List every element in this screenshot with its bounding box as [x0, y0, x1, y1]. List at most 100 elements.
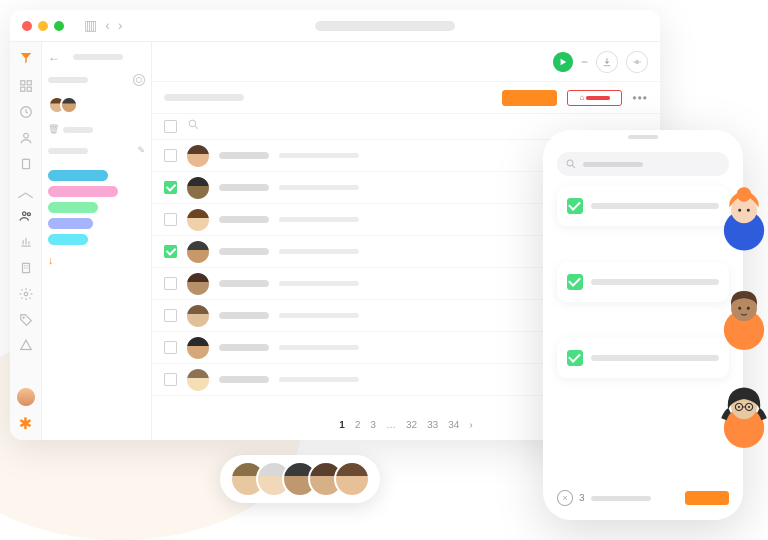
back-button[interactable]: ← [48, 50, 60, 64]
chevron-up-icon[interactable]: ︿ [18, 182, 34, 198]
reports-icon[interactable] [18, 234, 34, 250]
dashboard-icon[interactable] [18, 78, 34, 94]
phone-footer: × 3 [557, 490, 729, 506]
nav-prev-button[interactable]: ‹ [105, 17, 110, 34]
row-name [219, 312, 269, 319]
card-text [591, 203, 719, 209]
traffic-lights [22, 21, 64, 31]
cartoon-avatar-1 [708, 180, 768, 252]
row-checkbox[interactable] [164, 373, 177, 386]
row-checkbox[interactable] [164, 149, 177, 162]
side-panel: ← 🗑 ✎ [42, 42, 152, 440]
avatar [187, 209, 209, 231]
search-icon[interactable] [187, 118, 200, 136]
page-ellipsis: … [386, 420, 396, 431]
secondary-action-button[interactable]: ⌂ [567, 90, 622, 106]
settings-icon[interactable] [18, 286, 34, 302]
more-button[interactable]: ••• [632, 91, 648, 105]
page-next-button[interactable]: › [469, 420, 472, 431]
building-icon[interactable] [18, 260, 34, 276]
cartoon-avatar-3 [708, 376, 768, 448]
address-bar[interactable] [315, 21, 455, 31]
page-link[interactable]: 1 [339, 420, 345, 431]
row-checkbox[interactable] [164, 213, 177, 226]
row-checkbox[interactable] [164, 341, 177, 354]
row-name [219, 280, 269, 287]
close-icon[interactable]: × [557, 490, 573, 506]
phone-search[interactable] [557, 152, 729, 176]
page-link[interactable]: 3 [370, 420, 376, 431]
phone-card[interactable] [557, 338, 729, 378]
select-all-checkbox[interactable] [164, 120, 177, 133]
sidebar-toggle-icon[interactable]: ▥ [84, 17, 97, 34]
lock-icon: ⌂ [579, 93, 584, 102]
avatar [187, 337, 209, 359]
panel-title [73, 54, 123, 60]
breadcrumb [164, 94, 244, 101]
primary-action-button[interactable] [502, 90, 557, 106]
edit-icon[interactable]: ✎ [137, 145, 145, 156]
card-checkbox[interactable] [567, 350, 583, 366]
row-checkbox[interactable] [164, 181, 177, 194]
avatar[interactable] [334, 461, 370, 497]
gear-icon[interactable] [133, 74, 145, 86]
import-icon[interactable]: ↓ [48, 255, 145, 267]
clipboard-icon[interactable] [18, 156, 34, 172]
avatar [187, 177, 209, 199]
tag-item[interactable] [48, 186, 118, 197]
row-detail [279, 185, 359, 190]
selection-count: 3 [579, 493, 585, 504]
cartoon-avatar-2 [708, 278, 768, 350]
app-logo-icon[interactable] [17, 50, 35, 68]
toolbar-action-1[interactable] [596, 51, 618, 73]
clock-icon[interactable] [18, 104, 34, 120]
search-icon [565, 158, 577, 170]
play-button[interactable] [553, 52, 573, 72]
avatar [187, 369, 209, 391]
phone-notch [608, 130, 678, 144]
avatar-strip [220, 455, 380, 503]
footer-text [591, 496, 651, 501]
minus-button[interactable]: − [581, 55, 588, 69]
tag-list [48, 170, 145, 245]
toolbar-action-2[interactable] [626, 51, 648, 73]
row-checkbox[interactable] [164, 245, 177, 258]
filter-icon[interactable] [18, 338, 34, 354]
tag-item[interactable] [48, 218, 93, 229]
assigned-avatars[interactable] [48, 96, 78, 114]
avatar [187, 241, 209, 263]
tag-item[interactable] [48, 202, 98, 213]
phone-card[interactable] [557, 186, 729, 226]
row-name [219, 152, 269, 159]
page-link[interactable]: 34 [448, 420, 459, 431]
row-detail [279, 377, 359, 382]
card-checkbox[interactable] [567, 198, 583, 214]
phone-card[interactable] [557, 262, 729, 302]
panel-label [48, 77, 88, 83]
row-detail [279, 249, 359, 254]
avatar [187, 273, 209, 295]
panel-item [63, 127, 93, 133]
page-link[interactable]: 32 [406, 420, 417, 431]
zoom-icon[interactable] [54, 21, 64, 31]
tag-item[interactable] [48, 234, 88, 245]
titlebar: ▥ ‹ › [10, 10, 660, 42]
tag-item[interactable] [48, 170, 108, 181]
delete-icon[interactable]: 🗑 [48, 124, 59, 135]
row-name [219, 248, 269, 255]
sub-toolbar: ⌂ ••• [152, 82, 660, 114]
row-checkbox[interactable] [164, 309, 177, 322]
person-icon[interactable] [18, 130, 34, 146]
row-checkbox[interactable] [164, 277, 177, 290]
help-icon[interactable]: ✱ [18, 416, 34, 432]
card-checkbox[interactable] [567, 274, 583, 290]
users-icon[interactable] [18, 208, 34, 224]
minimize-icon[interactable] [38, 21, 48, 31]
footer-action-button[interactable] [685, 491, 729, 505]
card-text [591, 279, 719, 285]
page-link[interactable]: 2 [355, 420, 361, 431]
page-link[interactable]: 33 [427, 420, 438, 431]
close-icon[interactable] [22, 21, 32, 31]
current-user-avatar[interactable] [17, 388, 35, 406]
tag-icon[interactable] [18, 312, 34, 328]
